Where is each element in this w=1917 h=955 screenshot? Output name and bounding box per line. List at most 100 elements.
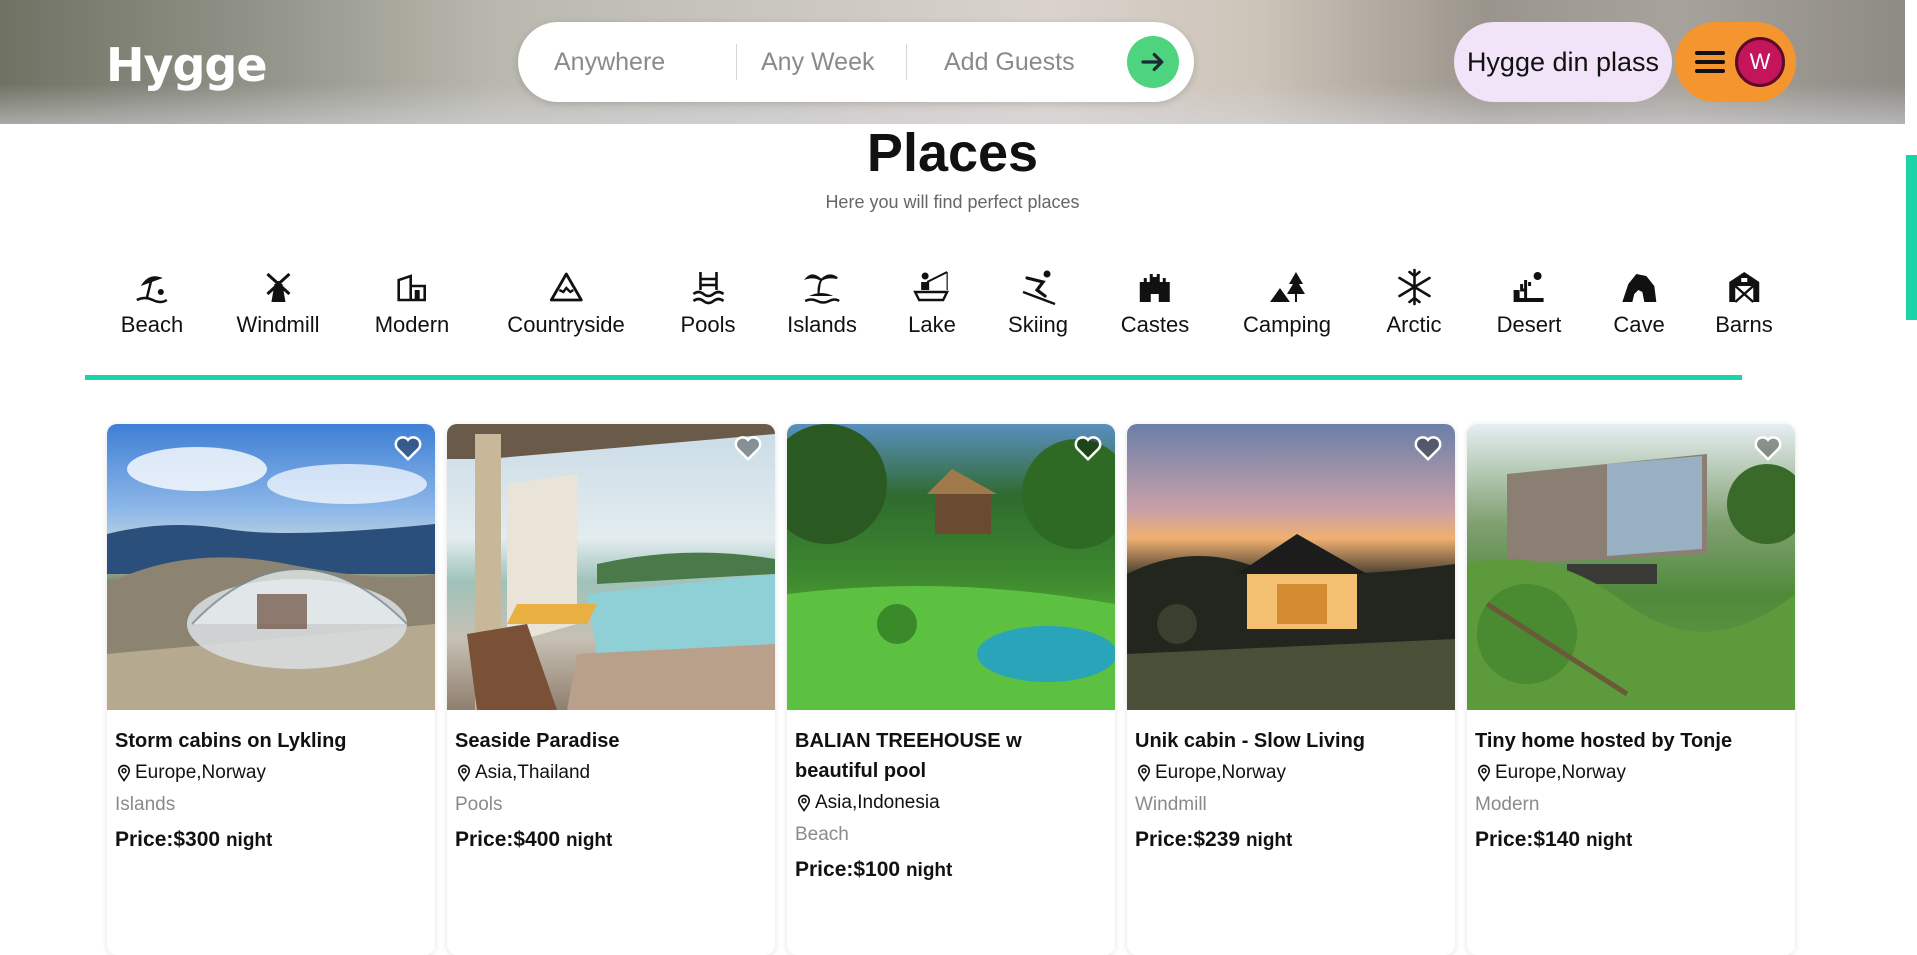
category-label: Lake bbox=[908, 312, 956, 337]
listing-photo[interactable] bbox=[447, 424, 775, 710]
search-guests[interactable]: Add Guests bbox=[944, 48, 1075, 77]
listing-price-value: Price:$300 bbox=[115, 828, 221, 851]
listing-location: Asia,Indonesia bbox=[795, 792, 1107, 814]
snowflake-icon bbox=[1397, 268, 1431, 306]
listing-title[interactable]: BALIAN TREEHOUSE w beautiful pool bbox=[795, 726, 1107, 786]
category-skiing[interactable]: Skiing bbox=[1008, 268, 1068, 338]
fishing-lake-icon bbox=[913, 271, 949, 302]
listing-card[interactable]: Storm cabins on Lykling Europe,Norway Is… bbox=[107, 424, 435, 955]
category-pools[interactable]: Pools bbox=[680, 268, 736, 338]
listing-price-unit: night bbox=[225, 830, 273, 851]
logo[interactable]: Hygge bbox=[106, 38, 268, 92]
location-pin-icon bbox=[117, 764, 131, 782]
listing-card[interactable]: Seaside Paradise Asia,Thailand Pools Pri… bbox=[447, 424, 775, 955]
category-camping[interactable]: Camping bbox=[1243, 268, 1331, 338]
header: Hygge Anywhere Any Week Add Guests Hygge… bbox=[0, 0, 1905, 124]
skier-icon bbox=[1022, 270, 1056, 306]
category-label: Castes bbox=[1120, 312, 1190, 337]
listing-price: Price:$100 night bbox=[795, 858, 1107, 882]
category-label: Desert bbox=[1496, 312, 1562, 337]
listing-price: Price:$140 night bbox=[1475, 828, 1787, 852]
listing-photo[interactable] bbox=[1467, 424, 1795, 710]
category-label: Cave bbox=[1613, 312, 1665, 337]
listing-card[interactable]: Tiny home hosted by Tonje Europe,Norway … bbox=[1467, 424, 1795, 955]
listing-title[interactable]: Storm cabins on Lykling bbox=[115, 726, 427, 756]
category-windmill[interactable]: Windmill bbox=[236, 268, 320, 338]
listing-location: Europe,Norway bbox=[1135, 762, 1447, 784]
category-bar: Beach Windmill Modern Countryside Pools … bbox=[0, 268, 1905, 358]
heart-icon[interactable] bbox=[393, 434, 423, 462]
category-label: Windmill bbox=[236, 312, 320, 337]
listing-price: Price:$239 night bbox=[1135, 828, 1447, 852]
page-title: Places bbox=[866, 123, 1039, 183]
listing-photo[interactable] bbox=[787, 424, 1115, 710]
category-beach[interactable]: Beach bbox=[121, 268, 183, 338]
listing-category: Windmill bbox=[1135, 794, 1207, 815]
listing-location: Europe,Norway bbox=[1475, 762, 1787, 784]
listing-photo[interactable] bbox=[1127, 424, 1455, 710]
heart-icon[interactable] bbox=[1753, 434, 1783, 462]
location-pin-icon bbox=[1137, 764, 1151, 782]
listing-title[interactable]: Tiny home hosted by Tonje bbox=[1475, 726, 1787, 756]
scrollbar-thumb[interactable] bbox=[1906, 155, 1917, 320]
category-castes[interactable]: Castes bbox=[1121, 268, 1189, 338]
search-bar[interactable]: Anywhere Any Week Add Guests bbox=[518, 22, 1194, 102]
camping-tent-icon bbox=[1269, 272, 1305, 302]
listing-card[interactable]: BALIAN TREEHOUSE w beautiful pool Asia,I… bbox=[787, 424, 1115, 955]
category-islands[interactable]: Islands bbox=[787, 268, 857, 338]
listing-location-text: Europe,Norway bbox=[135, 762, 266, 783]
category-modern[interactable]: Modern bbox=[374, 268, 450, 338]
listing-price-unit: night bbox=[1245, 830, 1293, 851]
heart-icon[interactable] bbox=[1073, 434, 1103, 462]
listing-card[interactable]: Unik cabin - Slow Living Europe,Norway W… bbox=[1127, 424, 1455, 955]
search-divider bbox=[906, 44, 907, 80]
modern-house-icon bbox=[397, 274, 427, 302]
listing-location-text: Europe,Norway bbox=[1155, 762, 1286, 783]
category-desert[interactable]: Desert bbox=[1496, 268, 1562, 338]
location-pin-icon bbox=[457, 764, 471, 782]
listing-location-text: Asia,Indonesia bbox=[815, 792, 940, 813]
category-label: Pools bbox=[680, 312, 736, 337]
search-where[interactable]: Anywhere bbox=[554, 48, 665, 77]
avatar: W bbox=[1735, 37, 1785, 87]
windmill-icon bbox=[265, 272, 291, 302]
location-pin-icon bbox=[1477, 764, 1491, 782]
listing-price-unit: night bbox=[905, 860, 953, 881]
heart-icon[interactable] bbox=[733, 434, 763, 462]
search-submit-button[interactable] bbox=[1127, 36, 1179, 88]
category-countryside[interactable]: Countryside bbox=[507, 268, 625, 338]
category-barns[interactable]: Barns bbox=[1715, 268, 1773, 338]
cave-icon bbox=[1621, 274, 1656, 302]
heart-icon[interactable] bbox=[1413, 434, 1443, 462]
category-label: Camping bbox=[1242, 312, 1332, 337]
listing-location: Asia,Thailand bbox=[455, 762, 767, 784]
listing-price: Price:$300 night bbox=[115, 828, 427, 852]
category-arctic[interactable]: Arctic bbox=[1387, 268, 1442, 338]
barn-icon bbox=[1728, 272, 1759, 303]
category-label: Beach bbox=[120, 312, 184, 337]
category-label: Modern bbox=[374, 312, 450, 337]
category-cave[interactable]: Cave bbox=[1613, 268, 1665, 338]
listing-price-value: Price:$239 bbox=[1135, 828, 1241, 851]
listing-location: Europe,Norway bbox=[115, 762, 427, 784]
island-palm-icon bbox=[803, 274, 840, 304]
castle-icon bbox=[1139, 274, 1170, 302]
listing-category: Pools bbox=[455, 794, 503, 815]
listing-price-value: Price:$100 bbox=[795, 858, 901, 881]
listing-price-unit: night bbox=[565, 830, 613, 851]
hamburger-menu-icon bbox=[1695, 51, 1725, 73]
host-your-place-button[interactable]: Hygge din plass bbox=[1454, 22, 1672, 102]
user-menu-button[interactable]: W bbox=[1675, 22, 1796, 102]
mountain-icon bbox=[549, 272, 583, 302]
listing-price: Price:$400 night bbox=[455, 828, 767, 852]
listing-title[interactable]: Seaside Paradise bbox=[455, 726, 767, 756]
page-subtitle: Here you will find perfect places bbox=[825, 192, 1080, 212]
listing-location-text: Europe,Norway bbox=[1495, 762, 1626, 783]
listing-category: Modern bbox=[1475, 794, 1540, 815]
listing-photo[interactable] bbox=[107, 424, 435, 710]
listing-title[interactable]: Unik cabin - Slow Living bbox=[1135, 726, 1447, 756]
search-when[interactable]: Any Week bbox=[761, 48, 874, 77]
beach-umbrella-icon bbox=[136, 276, 168, 304]
listing-category: Beach bbox=[795, 824, 849, 845]
category-lake[interactable]: Lake bbox=[908, 268, 956, 338]
